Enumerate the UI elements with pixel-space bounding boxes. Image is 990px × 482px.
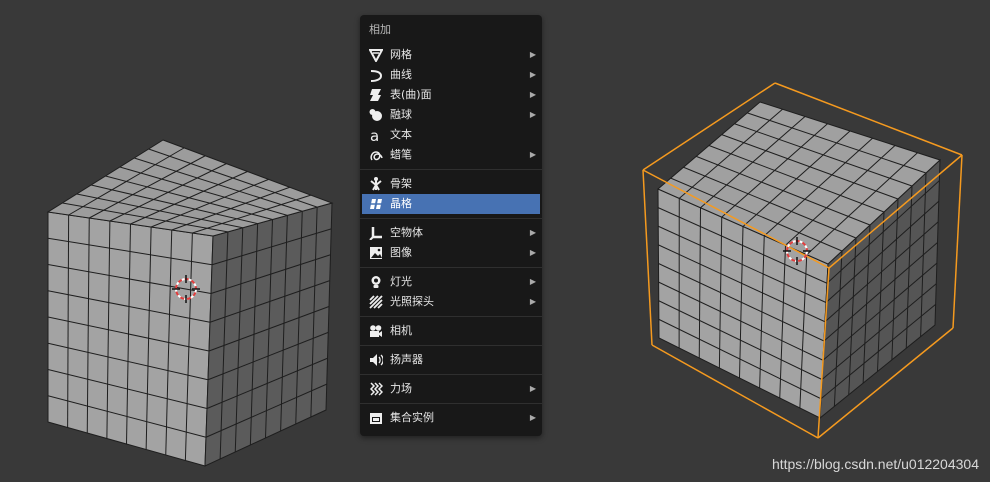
menu-separator [360, 374, 542, 375]
menu-separator [360, 403, 542, 404]
empty-icon [369, 227, 382, 240]
lattice-icon [370, 199, 382, 209]
menu-item-force-field[interactable]: 力场 ▶ [360, 379, 542, 399]
menu-item-label: 表(曲)面 [390, 88, 432, 101]
surface-icon [370, 89, 381, 101]
menu-item-label: 空物体 [390, 226, 423, 239]
menu-item-label: 融球 [390, 108, 412, 121]
menu-item-image[interactable]: 图像 ▶ [360, 243, 542, 263]
menu-item-text[interactable]: a 文本 [360, 125, 542, 145]
force-field-icon [369, 382, 383, 396]
light-probe-icon [369, 295, 383, 309]
menu-item-light-probe[interactable]: 光照探头 ▶ [360, 292, 542, 312]
menu-separator [360, 218, 542, 219]
menu-separator [360, 267, 542, 268]
mesh-icon [369, 49, 383, 62]
menu-item-label: 光照探头 [390, 295, 434, 308]
menu-item-empty[interactable]: 空物体 ▶ [360, 223, 542, 243]
menu-item-surface[interactable]: 表(曲)面 ▶ [360, 85, 542, 105]
light-icon [371, 276, 381, 288]
menu-item-grease-pencil[interactable]: 蜡笔 ▶ [360, 145, 542, 165]
menu-item-armature[interactable]: 骨架 [360, 174, 542, 194]
menu-item-label: 力场 [390, 382, 412, 395]
submenu-arrow-icon: ▶ [529, 50, 536, 59]
submenu-arrow-icon: ▶ [529, 413, 536, 422]
metaball-icon [369, 109, 382, 121]
menu-separator [360, 345, 542, 346]
watermark: https://blog.csdn.net/u012204304 [771, 456, 979, 472]
submenu-arrow-icon: ▶ [529, 70, 536, 79]
menu-item-light[interactable]: 灯光 ▶ [360, 272, 542, 292]
menu-item-label: 图像 [390, 246, 412, 259]
menu-item-lattice[interactable]: 晶格 [362, 194, 540, 214]
menu-item-label: 扬声器 [390, 353, 423, 366]
menu-item-label: 相机 [390, 324, 412, 337]
menu-separator [360, 316, 542, 317]
menu-separator [360, 169, 542, 170]
menu-item-label: 骨架 [390, 177, 412, 190]
menu-item-label: 灯光 [390, 275, 412, 288]
lattice-edge [642, 169, 653, 346]
camera-icon [370, 325, 382, 337]
menu-title: 相加 [369, 23, 391, 36]
menu-item-collection-instance[interactable]: 集合实例 ▶ [360, 408, 542, 428]
menu-item-label: 集合实例 [390, 411, 434, 424]
menu-item-metaball[interactable]: 融球 ▶ [360, 105, 542, 125]
lattice-edge [952, 154, 963, 329]
submenu-arrow-icon: ▶ [529, 248, 536, 257]
image-icon [370, 247, 382, 259]
menu-item-speaker[interactable]: 扬声器 [360, 350, 542, 370]
menu-item-label: 蜡笔 [390, 148, 412, 161]
submenu-arrow-icon: ▶ [529, 228, 536, 237]
cube-left [46, 139, 334, 467]
menu-item-label: 晶格 [390, 197, 412, 210]
grease-pencil-icon [370, 151, 383, 161]
submenu-arrow-icon: ▶ [529, 90, 536, 99]
menu-item-label: 曲线 [390, 68, 412, 81]
armature-icon [370, 177, 382, 191]
submenu-arrow-icon: ▶ [529, 384, 536, 393]
submenu-arrow-icon: ▶ [529, 297, 536, 306]
submenu-arrow-icon: ▶ [529, 150, 536, 159]
text-icon: a [370, 128, 379, 142]
collection-instance-icon [370, 413, 382, 424]
menu-item-label: 文本 [390, 128, 412, 141]
svg-text:a: a [370, 128, 379, 142]
menu-item-label: 网格 [390, 48, 412, 61]
submenu-arrow-icon: ▶ [529, 277, 536, 286]
add-menu: 相加 网格 ▶ 曲线 ▶ 表(曲)面 ▶ 融球 ▶ a 文本 蜡笔 ▶ 骨架 晶格 空物体 ▶ 图像 ▶ 灯光 ▶ 光照… [360, 15, 542, 436]
submenu-arrow-icon: ▶ [529, 110, 536, 119]
menu-item-camera[interactable]: 相机 [360, 321, 542, 341]
curve-icon [370, 70, 383, 82]
speaker-icon [370, 354, 383, 366]
menu-item-mesh[interactable]: 网格 ▶ [360, 45, 542, 65]
menu-item-curve[interactable]: 曲线 ▶ [360, 65, 542, 85]
